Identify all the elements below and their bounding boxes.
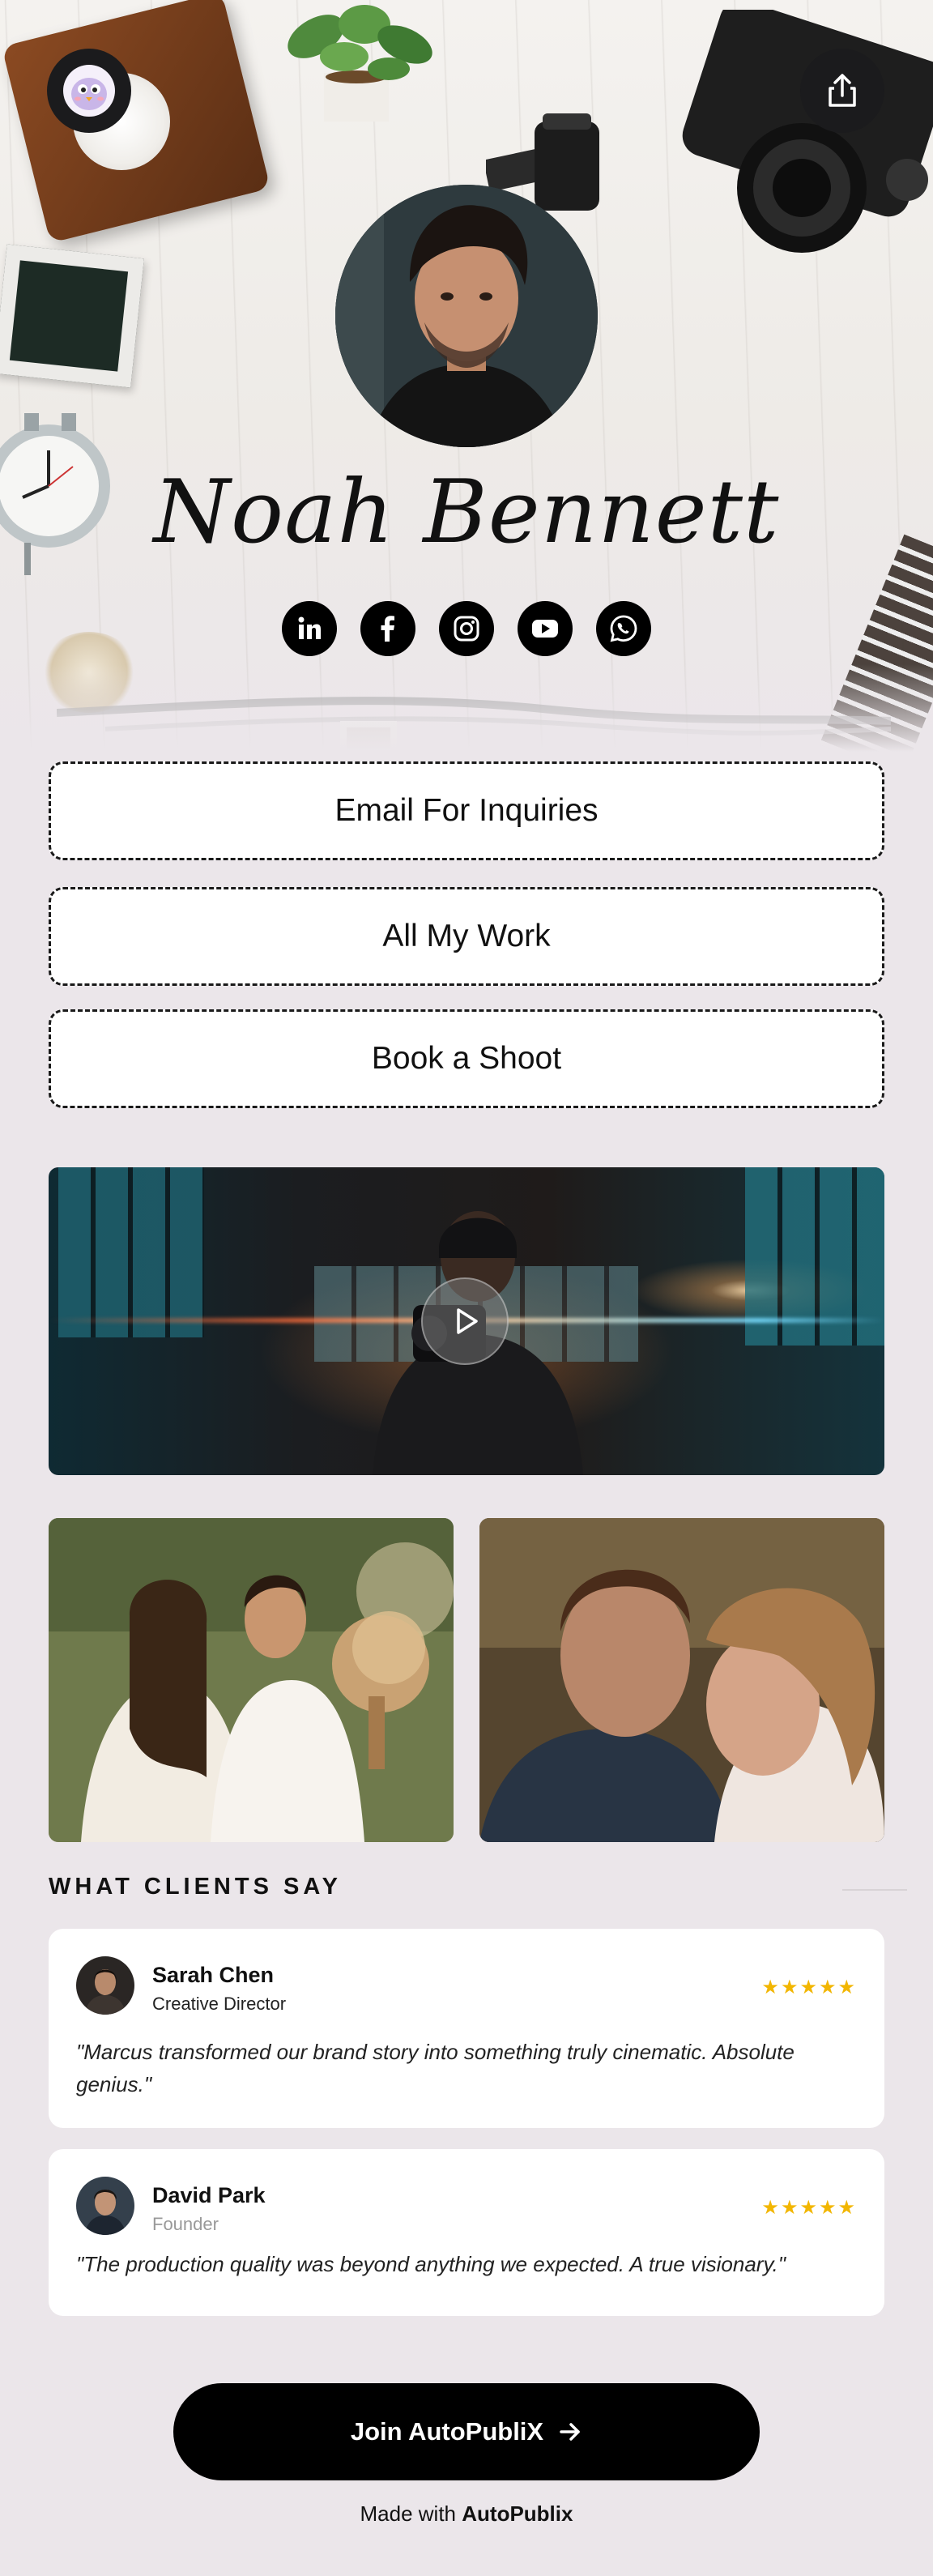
testimonial-card: David Park Founder ★★★★★ "The production…	[49, 2149, 884, 2316]
section-divider	[842, 1889, 907, 1891]
whatsapp-link[interactable]	[596, 601, 651, 656]
plant-decoration	[288, 5, 432, 122]
account-avatar-button[interactable]	[47, 49, 131, 133]
hero-fade	[0, 664, 933, 761]
facebook-icon	[381, 616, 394, 642]
reviewer-avatar	[76, 1956, 134, 2015]
linkedin-icon	[298, 616, 321, 639]
arrow-right-icon	[560, 2423, 580, 2441]
play-button[interactable]	[421, 1277, 509, 1365]
testimonials-title: WHAT CLIENTS SAY	[49, 1874, 342, 1900]
video-scene-window-left	[58, 1167, 204, 1337]
join-button-label: Join AutoPubliX	[350, 2417, 544, 2446]
reviewer-avatar-image	[76, 1956, 134, 2015]
gallery-photo-couple-embrace[interactable]	[479, 1518, 884, 1842]
bird-avatar-icon	[63, 65, 115, 117]
reviewer-name: Sarah Chen	[152, 1963, 275, 1987]
instagram-icon	[454, 616, 479, 642]
star-rating: ★★★★★	[761, 1977, 857, 1998]
youtube-link[interactable]	[518, 601, 573, 656]
reviewer-role: Founder	[152, 2214, 219, 2234]
book-a-shoot-button[interactable]: Book a Shoot	[49, 1009, 884, 1108]
join-autopublix-button[interactable]: Join AutoPubliX	[173, 2383, 760, 2480]
youtube-icon	[532, 620, 558, 638]
testimonial-quote: "Marcus transformed our brand story into…	[76, 2040, 795, 2096]
couple-embrace-image	[479, 1518, 884, 1842]
share-icon	[829, 74, 856, 107]
reviewer-name: David Park	[152, 2183, 266, 2207]
whatsapp-icon	[610, 615, 637, 642]
reviewer-avatar	[76, 2177, 134, 2235]
made-with-brand-link[interactable]: AutoPublix	[462, 2501, 573, 2526]
email-inquiries-button[interactable]: Email For Inquiries	[49, 761, 884, 860]
linkedin-link[interactable]	[282, 601, 337, 656]
profile-name: Noah Bennett	[153, 462, 780, 563]
reviewer-role: Creative Director	[152, 1994, 287, 2014]
share-button[interactable]	[800, 49, 884, 133]
gallery-photo-couple-bouquet[interactable]	[49, 1518, 454, 1842]
made-with-prefix: Made with	[360, 2501, 457, 2526]
play-icon	[457, 1308, 478, 1334]
social-links	[282, 601, 651, 656]
camera-decoration	[682, 10, 933, 253]
testimonial-card: Sarah Chen Creative Director ★★★★★ "Marc…	[49, 1929, 884, 2128]
reviewer-avatar-image	[76, 2177, 134, 2235]
profile-portrait-image	[335, 185, 598, 447]
facebook-link[interactable]	[360, 601, 415, 656]
profile-photo	[335, 185, 598, 447]
made-with-footer: Made with AutoPublix	[0, 2501, 933, 2527]
video-thumbnail[interactable]	[49, 1167, 884, 1475]
couple-bouquet-image	[49, 1518, 454, 1842]
star-rating: ★★★★★	[761, 2197, 857, 2219]
all-my-work-button[interactable]: All My Work	[49, 887, 884, 986]
testimonial-quote: "The production quality was beyond anyth…	[76, 2252, 786, 2276]
instagram-link[interactable]	[439, 601, 494, 656]
slide-frame-decoration	[0, 244, 144, 388]
